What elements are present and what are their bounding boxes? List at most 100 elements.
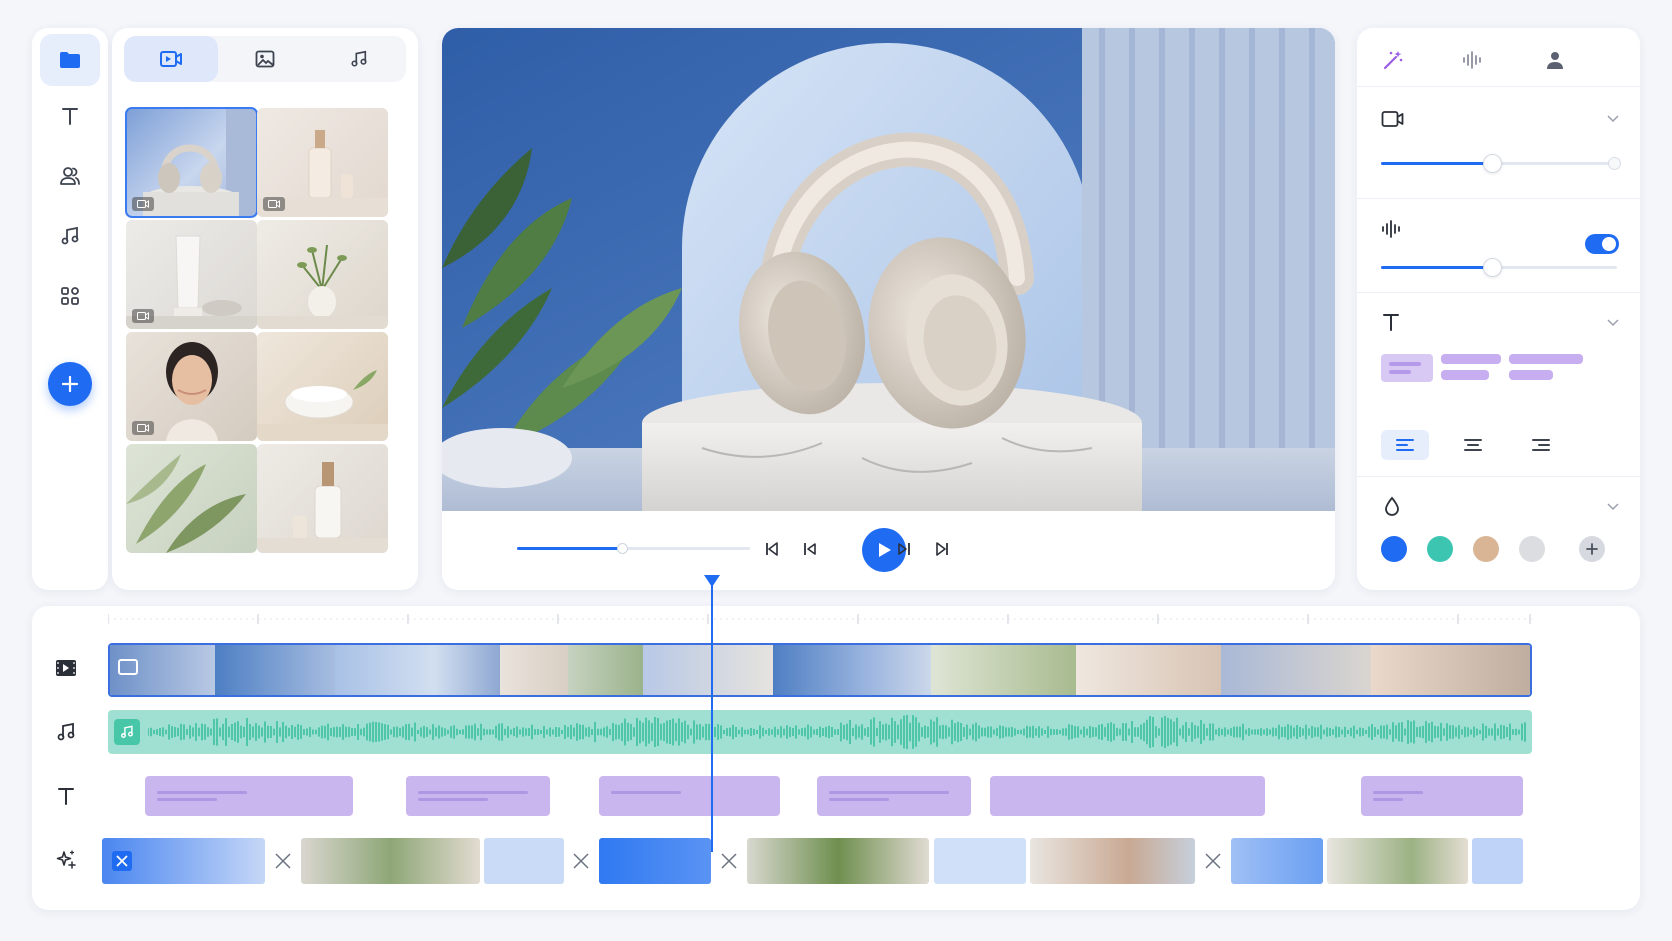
text-style-preset-2b xyxy=(1441,370,1489,380)
rail-item-elements[interactable] xyxy=(40,270,100,322)
effect-clip[interactable] xyxy=(1472,838,1523,884)
video-clip-frame xyxy=(500,645,568,695)
skip-start-button[interactable] xyxy=(760,537,784,561)
color-swatch[interactable] xyxy=(1473,536,1499,562)
transition-marker[interactable] xyxy=(566,846,596,876)
video-opacity-slider[interactable] xyxy=(1381,154,1621,173)
color-swatch[interactable] xyxy=(1381,536,1407,562)
slider-handle[interactable] xyxy=(1482,258,1502,277)
color-swatch[interactable] xyxy=(1427,536,1453,562)
tab-videos[interactable] xyxy=(124,36,218,82)
audio-enabled-toggle[interactable] xyxy=(1585,234,1619,254)
align-center-button[interactable] xyxy=(1449,430,1497,460)
effect-clip[interactable] xyxy=(301,838,480,884)
library-thumbnail-cream-bowl[interactable] xyxy=(257,332,388,441)
tab-avatar[interactable] xyxy=(1533,46,1577,74)
preview-scrubber[interactable] xyxy=(517,543,750,554)
rail-item-media[interactable] xyxy=(40,34,100,86)
effect-clip[interactable] xyxy=(934,838,1026,884)
library-thumbnail-cream-tube[interactable] xyxy=(126,220,257,329)
step-back-button[interactable] xyxy=(798,537,822,561)
music-note-icon xyxy=(57,722,75,741)
text-clip-line xyxy=(418,791,528,794)
text-style-preset-2[interactable] xyxy=(1441,354,1501,364)
text-clip[interactable] xyxy=(599,776,780,816)
effect-clip[interactable] xyxy=(747,838,929,884)
scrubber-handle[interactable] xyxy=(616,543,628,554)
transition-marker[interactable] xyxy=(714,846,744,876)
preview-frame[interactable] xyxy=(442,28,1335,511)
audio-waveform xyxy=(148,714,1526,750)
slider-handle[interactable] xyxy=(1482,154,1502,173)
effect-clip[interactable] xyxy=(484,838,564,884)
text-clip[interactable] xyxy=(406,776,550,816)
preset-line xyxy=(1389,362,1421,366)
music-note-icon xyxy=(121,725,133,738)
text-clip[interactable] xyxy=(1361,776,1523,816)
text-style-preset-1[interactable] xyxy=(1381,354,1433,382)
scrubber-progress xyxy=(517,547,622,550)
effect-clip[interactable] xyxy=(599,838,711,884)
timeline xyxy=(32,606,1640,910)
text-clip[interactable] xyxy=(145,776,353,816)
effect-clip[interactable] xyxy=(102,838,265,884)
library-thumbnail-dropper-bottle[interactable] xyxy=(257,444,388,553)
library-thumbnail-plant-vase[interactable] xyxy=(257,220,388,329)
audio-track[interactable] xyxy=(108,710,1532,754)
text-clip[interactable] xyxy=(817,776,971,816)
text-track-label xyxy=(54,784,78,808)
step-forward-button[interactable] xyxy=(892,537,916,561)
video-preview xyxy=(442,28,1335,590)
video-section-toggle[interactable] xyxy=(1606,112,1620,126)
transition-marker[interactable] xyxy=(268,846,298,876)
transition-cross-icon xyxy=(721,853,737,869)
timeline-ruler[interactable] xyxy=(108,612,1532,626)
video-track[interactable] xyxy=(108,643,1532,697)
library-thumbnail-woman-portrait[interactable] xyxy=(126,332,257,441)
video-camera-icon xyxy=(1381,111,1404,127)
video-camera-icon xyxy=(137,200,149,208)
text-clip-line xyxy=(829,798,889,801)
add-color-button[interactable] xyxy=(1579,536,1605,562)
library-thumbnail-headphones[interactable] xyxy=(125,107,258,218)
rail-item-people[interactable] xyxy=(40,150,100,202)
align-left-icon xyxy=(1396,439,1414,451)
tab-audio[interactable] xyxy=(1451,46,1495,74)
plus-icon xyxy=(61,375,79,393)
align-center-icon xyxy=(1464,439,1482,451)
video-camera-icon xyxy=(160,51,182,67)
video-clip-frame xyxy=(1076,645,1221,695)
library-tabs xyxy=(124,36,406,82)
tab-effects[interactable] xyxy=(1371,46,1415,74)
transition-marker[interactable] xyxy=(1198,846,1228,876)
effect-clip[interactable] xyxy=(1030,838,1195,884)
skip-end-button[interactable] xyxy=(930,537,954,561)
effect-clip-badge xyxy=(112,851,132,871)
rail-item-text[interactable] xyxy=(40,90,100,142)
rail-item-music[interactable] xyxy=(40,210,100,262)
video-camera-icon xyxy=(137,424,149,432)
align-left-button[interactable] xyxy=(1381,430,1429,460)
library-thumbnail-serum-bottle[interactable] xyxy=(257,108,388,217)
video-clip-frame xyxy=(1371,645,1530,695)
effect-clip[interactable] xyxy=(1231,838,1323,884)
tab-audio[interactable] xyxy=(312,36,406,82)
audio-volume-slider[interactable] xyxy=(1381,258,1617,277)
color-section-toggle[interactable] xyxy=(1606,500,1620,514)
play-icon xyxy=(879,543,891,557)
library-thumbnail-leaves[interactable] xyxy=(126,444,257,553)
text-style-preset-3[interactable] xyxy=(1509,354,1583,364)
align-right-button[interactable] xyxy=(1517,430,1565,460)
add-media-button[interactable] xyxy=(48,362,92,406)
text-clip[interactable] xyxy=(990,776,1265,816)
tab-images[interactable] xyxy=(218,36,312,82)
color-swatch[interactable] xyxy=(1519,536,1545,562)
effect-clip[interactable] xyxy=(1327,838,1468,884)
text-section-toggle[interactable] xyxy=(1606,316,1620,330)
video-clip-frame xyxy=(110,645,215,695)
playback-controls xyxy=(442,511,1335,590)
video-clip-frame xyxy=(931,645,1076,695)
align-right-icon xyxy=(1532,439,1550,451)
playhead[interactable] xyxy=(711,580,713,852)
music-note-icon xyxy=(351,50,367,67)
